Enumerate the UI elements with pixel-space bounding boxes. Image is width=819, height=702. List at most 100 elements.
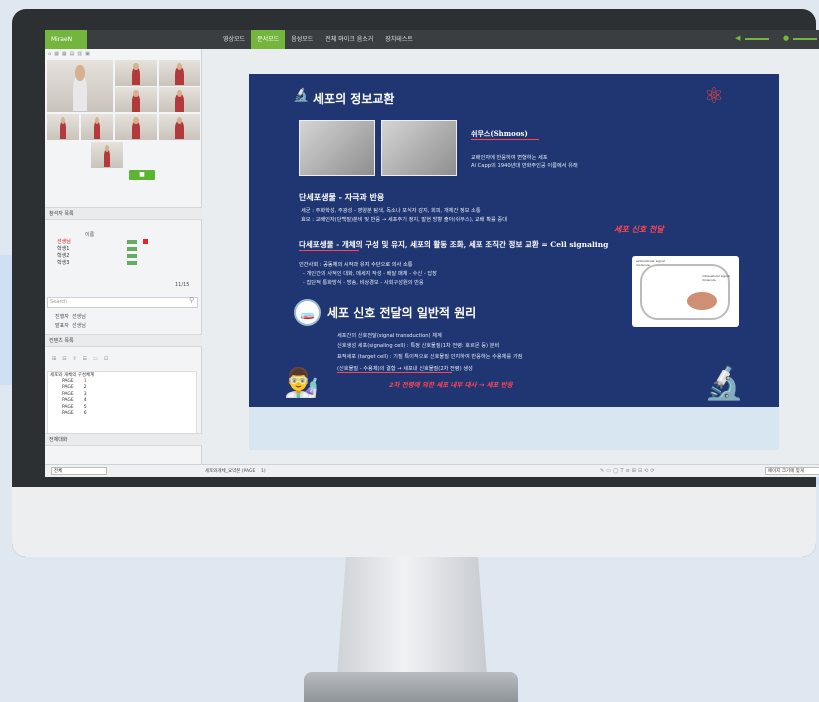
multicell-title: 다세포생물 - 개체의 구성 및 유지, 세포의 활동 조화, 세포 조직간 정… [299, 240, 609, 249]
layout-icon[interactable]: ▣ [85, 51, 90, 57]
document-view: 🔬 세포의 정보교환 ⚛ 쉬무스(Shmoos) 교배인자에 반응하여 변형하는… [202, 49, 819, 464]
participant-row[interactable]: 학생3 [47, 259, 197, 266]
grid-icon[interactable]: ▦ [54, 51, 59, 57]
add-icon[interactable]: ⊞ [52, 356, 56, 362]
slide: 🔬 세포의 정보교환 ⚛ 쉬무스(Shmoos) 교배인자에 반응하여 변형하는… [249, 74, 779, 450]
mic-icon: ● [783, 34, 790, 42]
society-line-2: - 개인간의 사적인 대화, 메세지 작성 - 배달 매체 - 수신 - 답장 [303, 271, 437, 277]
participant-name: 학생3 [57, 260, 70, 266]
yeast-image-2 [381, 120, 457, 176]
society-line-1: 인간사회 : 공동체의 시작과 유지 수단으로 의사 소통 [299, 262, 413, 268]
video-tile[interactable] [81, 114, 113, 140]
delete-icon[interactable]: ⊡ [104, 356, 108, 362]
doc-status: 세포와개체_요약본 (PAGE 1) [205, 469, 266, 474]
layout-icon[interactable]: ▤ [70, 51, 75, 57]
upload-icon[interactable]: ⇪ [72, 356, 76, 362]
diagram-label: intracellular signal molecule [702, 274, 730, 282]
signal-line-1: 세포간의 신호전달(signal transduction) 체계 [337, 333, 442, 339]
grid-icon[interactable]: ▦ [62, 51, 67, 57]
video-toolbar: ⌂ ▦ ▦ ▤ ▥ ▣ [45, 49, 201, 58]
handwritten-note-2: 2차 전령에 의한 세포 내부 대사 → 세포 반응 [389, 381, 513, 389]
video-tile[interactable] [115, 114, 157, 140]
bottom-bar: 전체 세포와개체_요약본 (PAGE 1) ✎▭◯T≡⊞⊟⟲⟳ 페이지 크기에 … [45, 464, 819, 477]
yeast-image-1 [299, 120, 375, 176]
self-video[interactable] [91, 142, 123, 168]
red-underline [471, 139, 539, 140]
tree-page-item[interactable]: PAGE 6 [48, 411, 196, 418]
red-underline [337, 372, 452, 373]
slide-title-2: 세포 신호 전달의 일반적 원리 [327, 306, 477, 320]
layout-icon[interactable]: ▥ [77, 51, 82, 57]
speaker-icon: ◀ [735, 34, 741, 42]
participants-header: 참석자 목록 [45, 207, 202, 220]
video-tile[interactable] [159, 114, 200, 140]
contents-tree: 세포와 개체의 구성체계 PAGE 1 PAGE 2 PAGE 3 PAGE 4 PAG… [47, 371, 197, 437]
list-icon[interactable]: ☰ [83, 356, 87, 362]
tab-device-test[interactable]: 장치테스트 [379, 30, 419, 49]
participant-count: 11/15 [175, 282, 190, 288]
home-icon[interactable]: ⌂ [48, 51, 51, 57]
slide-title-1: 세포의 정보교환 [313, 92, 395, 106]
shmoos-desc-1: 교배인자에 반응하여 변형하는 세포 [471, 155, 548, 161]
video-tile[interactable] [159, 60, 200, 86]
diagram-label: extracellular signal molecule [636, 259, 665, 267]
tab-mute-all[interactable]: 전체 마이크 음소거 [319, 30, 379, 49]
folder-icon[interactable]: ▭ [93, 356, 98, 362]
signal-line-3: 표적세포 (target cell) : 기질 특이적으로 신호물질 인지하여 … [337, 354, 523, 360]
mic-status-icon [127, 260, 137, 265]
tab-document[interactable]: 문서모드 [251, 30, 286, 49]
petri-icon: 🧫 [294, 299, 321, 326]
participant-row[interactable]: 선생님 [47, 238, 197, 245]
participant-row[interactable]: 학생2 [47, 252, 197, 259]
main-video[interactable] [47, 60, 113, 112]
top-bar: MiraeN 영상모드 문서모드 음성모드 전체 마이크 음소거 장치테스트 ◀… [45, 30, 819, 49]
participant-list: 이름 선생님 학생1 학생2 학생3 [47, 231, 197, 266]
chat-header: 전체대화 [45, 433, 202, 446]
column-header: 이름 [85, 232, 95, 238]
app-logo: MiraeN [45, 30, 87, 49]
search-input[interactable]: Search [47, 297, 198, 308]
annotation-toolbar[interactable]: ✎▭◯T≡⊞⊟⟲⟳ [600, 468, 657, 474]
atom-icon: ⚛ [704, 84, 724, 109]
camera-button[interactable]: ■ [129, 170, 155, 180]
tab-audio[interactable]: 음성모드 [285, 30, 319, 49]
cell-outline [640, 264, 730, 320]
contents-header: 컨텐츠 목록 [45, 334, 202, 347]
participant-row[interactable]: 학생1 [47, 245, 197, 252]
tab-video[interactable]: 영상모드 [217, 30, 251, 49]
video-tile[interactable] [159, 87, 200, 112]
signal-line-4: (신호물질 - 수용체)의 결합 → 세포내 신호물질(2차 전령) 생성 [337, 366, 473, 372]
cell-signaling-diagram: extracellular signal molecule intracellu… [632, 256, 739, 327]
speaker-row: 발표자 선생님 [55, 323, 86, 329]
mic-status-icon [127, 246, 137, 251]
video-tile[interactable] [47, 114, 79, 140]
shmoos-desc-2: Al Capp의 1940년대 만화주인공 이름에서 유래 [471, 163, 578, 169]
monitor-base [304, 672, 518, 702]
search-icon[interactable]: ⚲ [189, 296, 194, 304]
participant-name: 학생2 [57, 253, 70, 259]
record-icon [143, 239, 148, 244]
red-underline [299, 250, 359, 251]
scientist-illustration: 👨‍🔬 [284, 366, 319, 399]
mic-volume-slider[interactable] [793, 38, 817, 40]
unicell-line-1: 세균 : 주화학성, 주광성 - 영양분 탐색, 독소나 포식자 감지, 회피,… [301, 208, 481, 214]
unicell-line-2: 효모 : 교배인자(단백질)분비 및 반응 → 세포주기 정지, 발현 방향 출… [301, 217, 507, 223]
participant-name: 학생1 [57, 246, 70, 252]
contents-toolbar: ⊞ ⊟ ⇪ ☰ ▭ ⊡ [49, 354, 108, 363]
handwritten-note-1: 세포 신호 전달 [614, 225, 664, 234]
mic-status-icon [127, 239, 137, 244]
video-tile[interactable] [115, 87, 157, 112]
video-tile[interactable] [115, 60, 157, 86]
left-panel: ⌂ ▦ ▦ ▤ ▥ ▣ ■ 참석자 목록 이름 선생님 학생1 학생2 학생3 … [45, 49, 202, 477]
participant-name: 선생님 [57, 239, 71, 245]
virus-icon: 🔬 [293, 88, 310, 103]
mic-status-icon [127, 253, 137, 258]
mode-tabs: 영상모드 문서모드 음성모드 전체 마이크 음소거 장치테스트 [217, 30, 419, 49]
fit-select[interactable]: 페이지 크기에 맞게 [765, 467, 819, 475]
monitor-stand [337, 556, 487, 676]
chat-target-select[interactable]: 전체 [51, 467, 107, 475]
slide-lower-band [249, 407, 779, 450]
speaker-volume-slider[interactable] [745, 38, 769, 40]
grid-icon[interactable]: ⊟ [62, 356, 66, 362]
monitor: MiraeN 영상모드 문서모드 음성모드 전체 마이크 음소거 장치테스트 ◀… [12, 9, 819, 557]
